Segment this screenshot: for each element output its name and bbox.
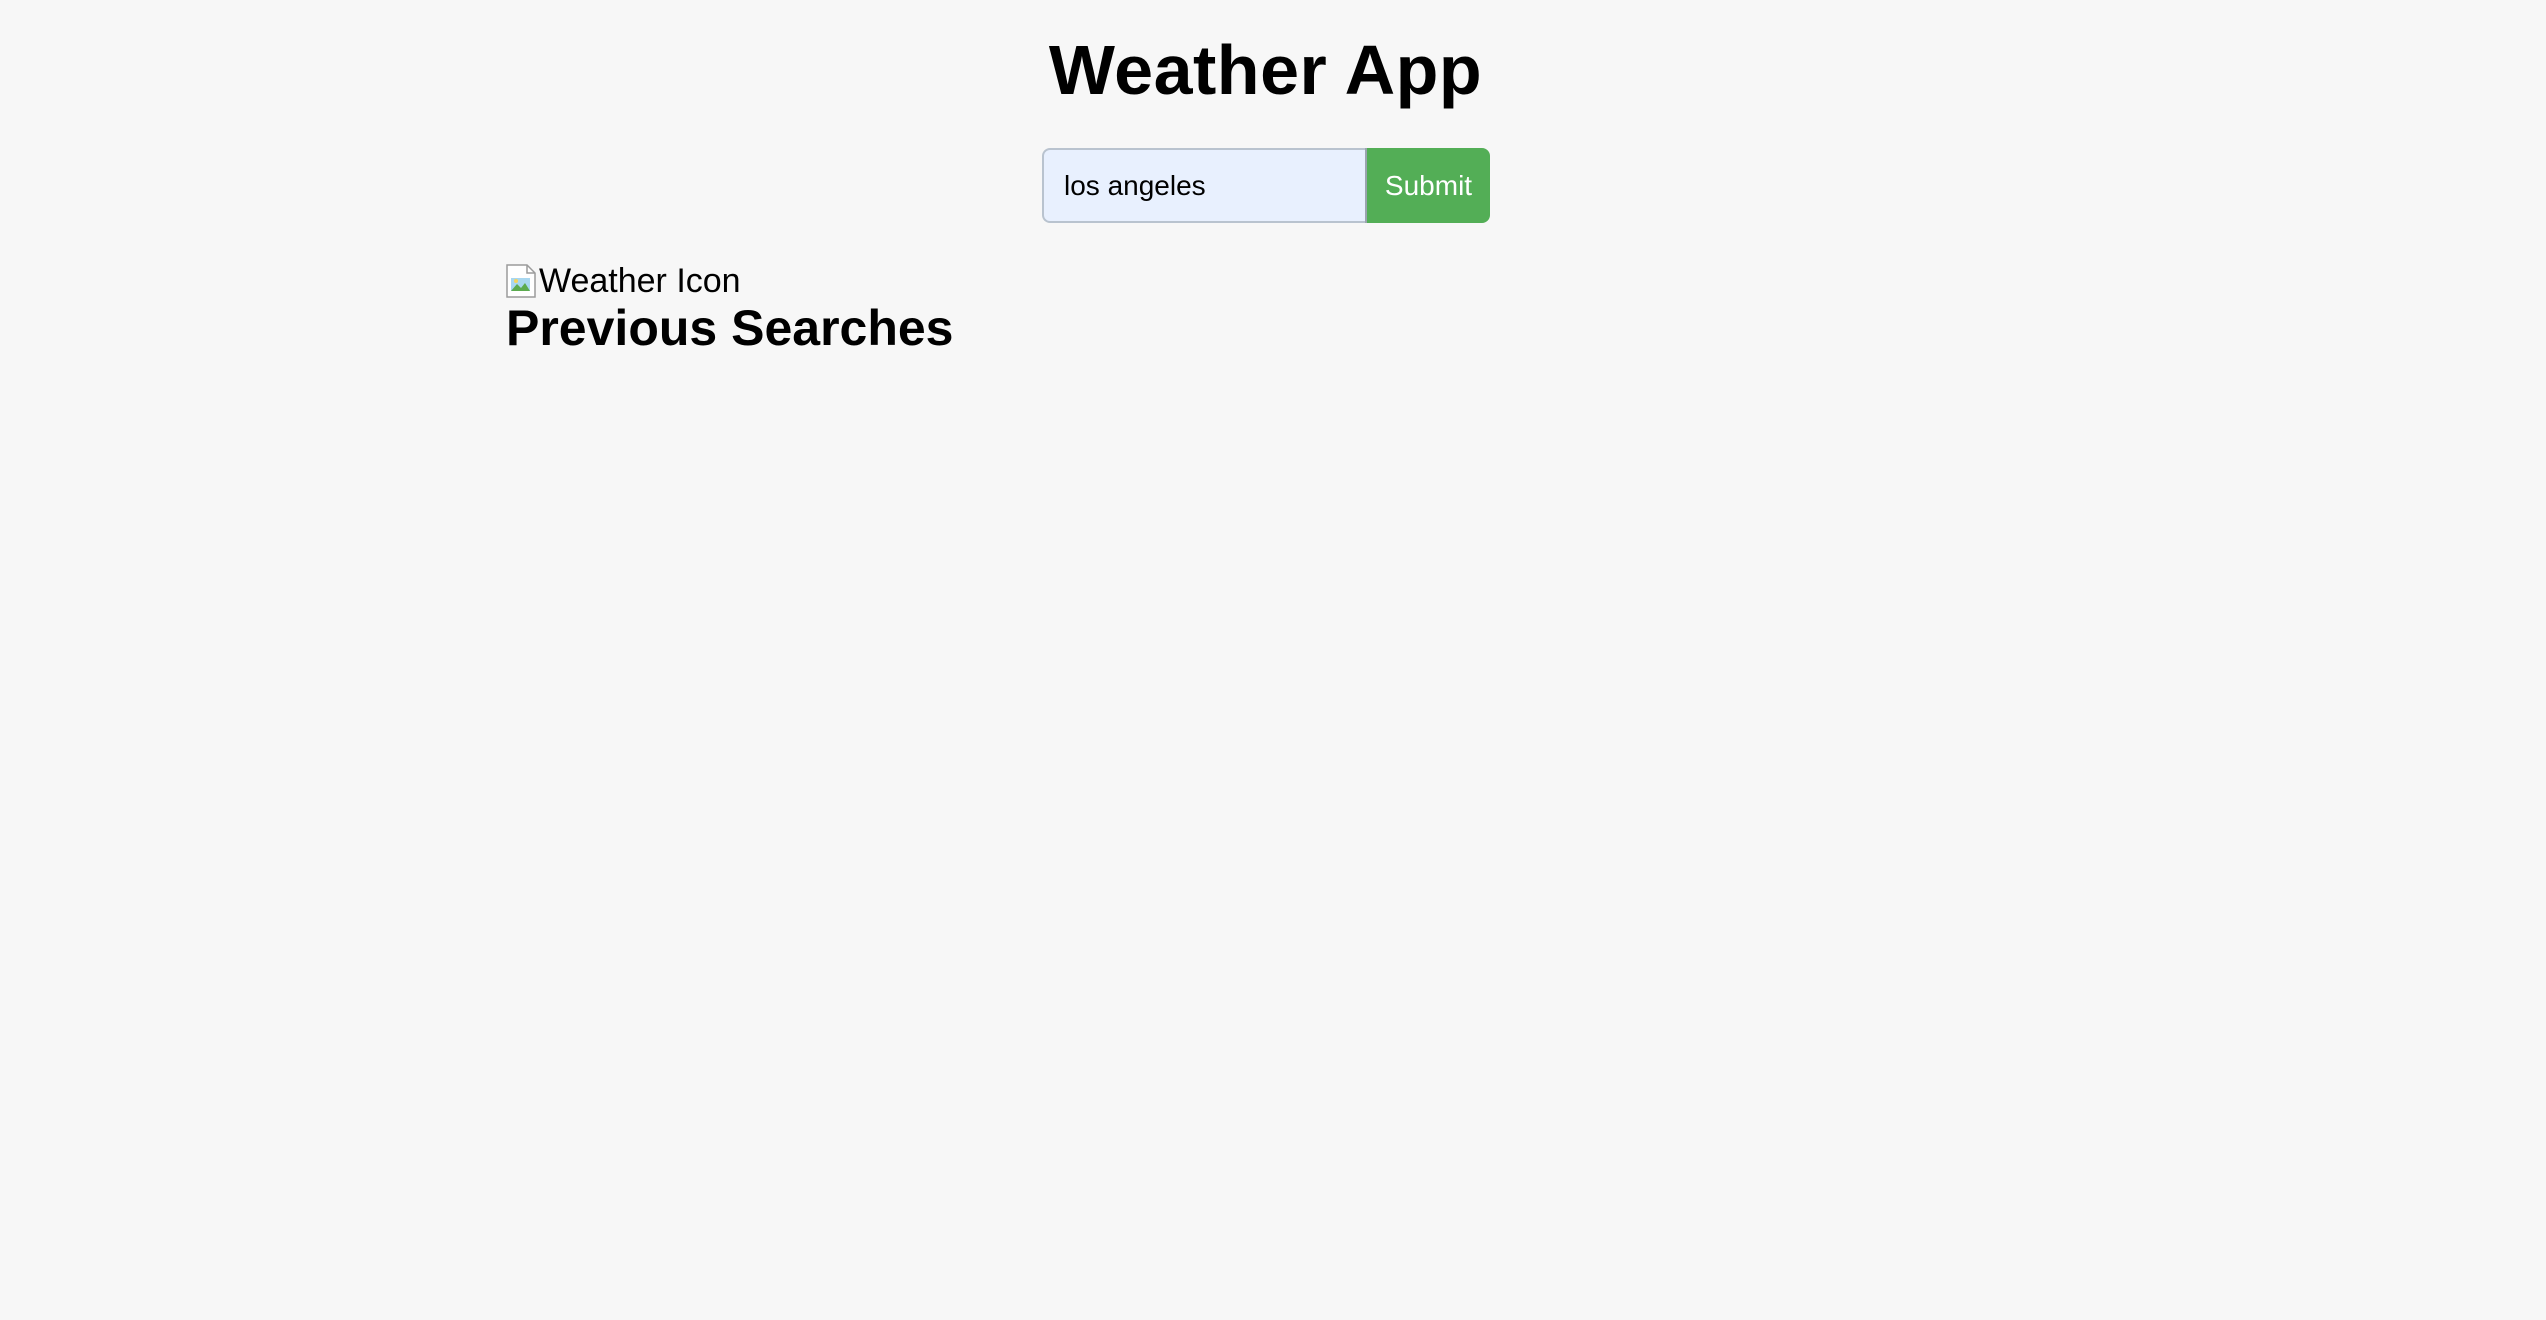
city-search-form: Submit bbox=[1042, 148, 1490, 223]
weather-icon: Weather Icon bbox=[506, 262, 2106, 300]
weather-result: Weather Icon Previous Searches bbox=[506, 262, 2106, 356]
city-search-input[interactable] bbox=[1042, 148, 1365, 223]
broken-image-icon bbox=[506, 264, 537, 298]
weather-app-page: Weather App Submit Weather Icon Previous… bbox=[0, 0, 2546, 1320]
weather-icon-alt-text: Weather Icon bbox=[539, 262, 741, 300]
previous-searches-heading: Previous Searches bbox=[506, 300, 954, 356]
submit-button[interactable]: Submit bbox=[1365, 148, 1490, 223]
page-title: Weather App bbox=[1048, 31, 1483, 109]
